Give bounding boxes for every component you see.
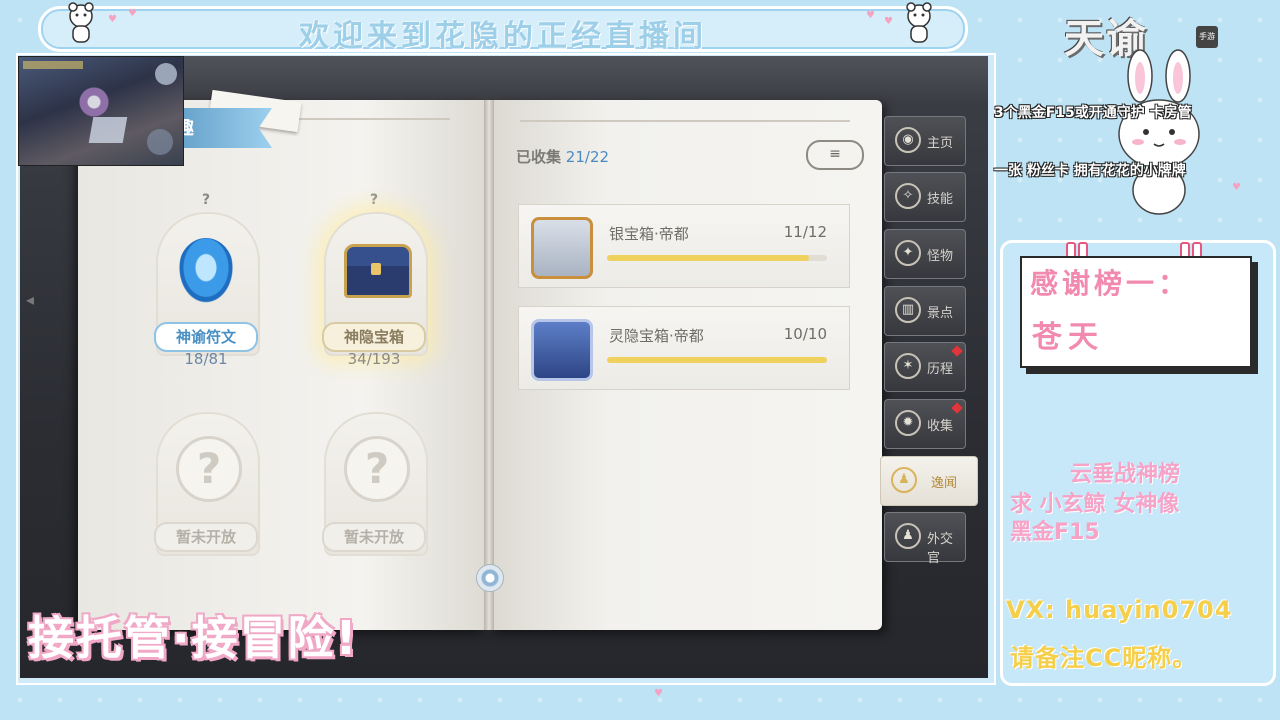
tab-skills[interactable]: ✧ 技能 [884, 172, 966, 222]
chest-icon [344, 244, 412, 298]
diplomat-icon: ♟ [895, 523, 921, 549]
contact-line-1: VX: huayin0704 [1006, 596, 1233, 624]
card-locked[interactable]: ? 暂未开放 [314, 392, 434, 572]
collected-value: 21/22 [565, 148, 610, 166]
collection-row[interactable]: 灵隐宝箱·帝都 10/10 [518, 306, 850, 390]
request-line-3: 黑金F15 [1010, 520, 1100, 545]
card-count: 34/193 [347, 350, 401, 368]
page-ornament-line [520, 120, 850, 122]
row-progress-fill [607, 255, 809, 261]
skills-icon: ✧ [895, 183, 921, 209]
card-top-mark: ? [369, 192, 379, 208]
row-progress-bar [607, 357, 827, 363]
collection-row[interactable]: 银宝箱·帝都 11/12 [518, 204, 850, 288]
rune-icon [178, 238, 234, 304]
request-line-1: 云垂战神榜 [1070, 462, 1181, 487]
heart-icon: ♥ [884, 16, 893, 27]
game-logo-sub: 手游 [1196, 26, 1218, 48]
row-count: 11/12 [783, 223, 827, 241]
collected-summary: 已收集 21/22 [516, 146, 609, 167]
row-count: 10/10 [783, 325, 827, 343]
card-count: 18/81 [184, 350, 228, 368]
card-rune[interactable]: ? 神谕符文 18/81 [146, 192, 266, 372]
tab-diplomat[interactable]: ♟ 外交官 [884, 512, 966, 566]
card-chest[interactable]: ? 神隐宝箱 34/193 [314, 192, 434, 372]
silver-chest-icon [531, 217, 593, 279]
preview-object [88, 117, 128, 143]
row-title: 银宝箱·帝都 [609, 225, 689, 243]
tab-collection[interactable]: ✹ 收集 [884, 399, 966, 449]
preview-hud [23, 61, 83, 69]
row-progress-fill [607, 357, 827, 363]
contact-line-2: 请备注CC昵称。 [1010, 644, 1198, 672]
preview-minimap [155, 63, 177, 85]
tab-label: 景点 [927, 306, 954, 321]
heart-icon: ♥ [1232, 182, 1241, 193]
filter-button[interactable]: ≡ [806, 140, 864, 170]
card-top-mark: ? [201, 192, 211, 208]
bunny-mascot-icon [1118, 49, 1200, 215]
banner-title: 欢迎来到花隐的正经直播间 [299, 19, 707, 54]
side-note-1: 3个黑金F15或开通守护 卡房管 [994, 105, 1192, 121]
card-locked[interactable]: ? 暂未开放 [146, 392, 266, 572]
tab-label: 技能 [927, 192, 954, 207]
row-progress-bar [607, 255, 827, 261]
row-title: 灵隐宝箱·帝都 [609, 327, 704, 345]
tab-label: 主页 [927, 136, 954, 151]
gameplay-preview-inset [18, 56, 184, 166]
tab-label: 历程 [927, 362, 954, 377]
card-label: 暂未开放 [322, 522, 426, 552]
notification-badge [951, 345, 963, 357]
collection-icon: ✹ [895, 410, 921, 436]
tab-label: 逸闻 [931, 476, 958, 491]
book-spine [484, 100, 494, 630]
notification-badge [951, 402, 963, 414]
preview-button [147, 129, 173, 155]
tab-anecdotes[interactable]: ♟ 逸闻 [880, 456, 978, 506]
thanks-title: 感谢榜一： [1030, 267, 1191, 300]
anecdote-icon: ♟ [891, 467, 917, 493]
left-edge-arrow-icon[interactable]: ◂ [26, 290, 44, 320]
tab-label: 怪物 [927, 249, 954, 264]
collected-label: 已收集 [516, 148, 562, 166]
tab-history[interactable]: ✶ 历程 [884, 342, 966, 392]
history-icon: ✶ [895, 353, 921, 379]
heart-icon: ♥ [108, 14, 117, 25]
spirit-chest-icon [531, 319, 593, 381]
monster-icon: ✦ [895, 240, 921, 266]
tab-home[interactable]: ◉ 主页 [884, 116, 966, 166]
home-icon: ◉ [895, 127, 921, 153]
tab-label: 外交官 [927, 532, 954, 566]
card-label: 神谕符文 [154, 322, 258, 352]
heart-icon: ♥ [866, 10, 875, 21]
scenery-icon: ▥ [895, 297, 921, 323]
heart-icon: ♥ [654, 688, 663, 699]
card-label: 神隐宝箱 [322, 322, 426, 352]
tab-label: 收集 [927, 419, 954, 434]
thanks-name: 苍天 [1032, 320, 1104, 355]
heart-icon: ♥ [128, 8, 137, 19]
card-label: 暂未开放 [154, 522, 258, 552]
question-icon: ? [176, 436, 242, 502]
stream-caption: 接托管·接冒险! [28, 611, 359, 665]
question-icon: ? [344, 436, 410, 502]
spine-gem-icon [476, 564, 504, 592]
welcome-banner: 欢迎来到花隐的正经直播间 [38, 6, 968, 54]
bear-sticker-left-icon [68, 2, 94, 43]
side-note-2: 一张 粉丝卡 拥有花花的小牌牌 [994, 163, 1186, 179]
tab-monsters[interactable]: ✦ 怪物 [884, 229, 966, 279]
bear-sticker-right-icon [906, 2, 932, 43]
tab-scenery[interactable]: ▥ 景点 [884, 286, 966, 336]
